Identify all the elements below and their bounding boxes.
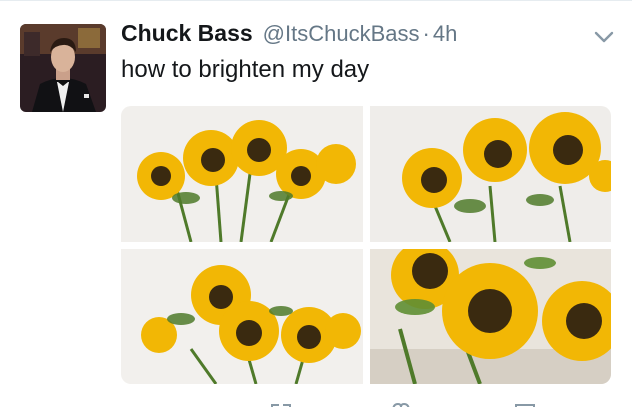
timestamp[interactable]: 4h	[433, 21, 457, 47]
avatar-image	[20, 24, 106, 112]
sunflower-photo	[121, 249, 363, 384]
sunflower-photo	[370, 249, 611, 384]
chevron-down-icon[interactable]	[592, 28, 616, 46]
media-photo-3[interactable]	[121, 249, 363, 384]
separator-dot: ·	[422, 21, 430, 46]
sunflower-photo	[121, 106, 363, 242]
media-photo-2[interactable]	[370, 106, 611, 242]
user-handle[interactable]: @ItsChuckBass	[263, 21, 420, 47]
message-icon[interactable]	[513, 398, 537, 407]
retweet-icon[interactable]	[269, 398, 293, 407]
tweet-actions	[121, 394, 611, 407]
avatar[interactable]	[20, 24, 106, 112]
tweet-header: Chuck Bass @ItsChuckBass · 4h	[121, 20, 601, 54]
media-photo-1[interactable]	[121, 106, 363, 242]
sunflower-photo	[370, 106, 611, 242]
top-divider	[0, 0, 632, 1]
media-grid	[121, 106, 611, 384]
media-photo-4[interactable]	[370, 249, 611, 384]
tweet-text: how to brighten my day	[121, 56, 370, 83]
like-icon[interactable]	[389, 398, 413, 407]
display-name[interactable]: Chuck Bass	[121, 20, 253, 47]
